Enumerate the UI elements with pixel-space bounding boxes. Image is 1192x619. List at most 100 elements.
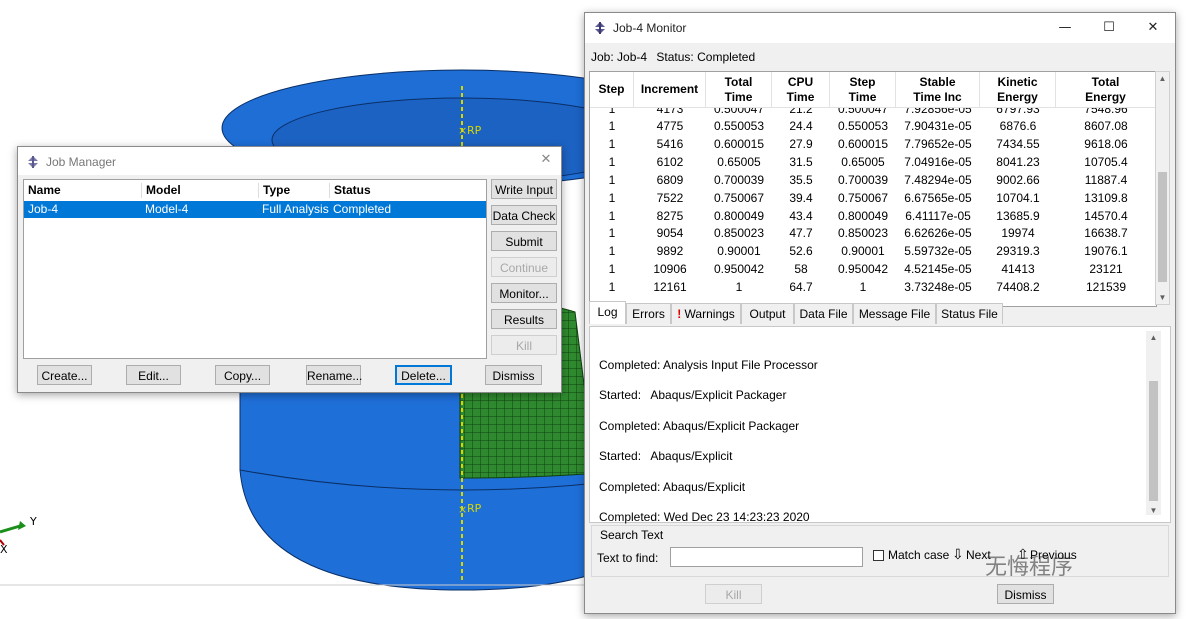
monitor-titlebar[interactable]: Job-4 Monitor — ☐ ✕ <box>585 13 1175 43</box>
table-header-cell[interactable]: Increment <box>634 72 706 108</box>
kill-button[interactable]: Kill <box>491 335 557 355</box>
log-panel[interactable]: Completed: Analysis Input File Processor… <box>589 326 1171 524</box>
table-cell: 1 <box>608 154 616 169</box>
tab-message-file[interactable]: Message File <box>853 303 936 324</box>
maximize-icon[interactable]: ☐ <box>1087 13 1131 43</box>
header-line-1: Stable <box>919 75 956 89</box>
table-cell: 9618.06 <box>1084 136 1128 151</box>
table-row[interactable]: 1 5416 0.600015 27.9 0.600015 7.79652e-05 7434… <box>590 135 1156 153</box>
table-header-cell[interactable]: Step <box>590 72 634 108</box>
table-row[interactable]: 1 8275 0.800049 43.4 0.800049 6.41117e-05 1368… <box>590 207 1156 225</box>
rename-button[interactable]: Rename... <box>306 365 362 385</box>
header-line-2: Time Inc <box>913 90 962 104</box>
monitor-kill-button[interactable]: Kill <box>705 584 762 604</box>
scroll-down-icon[interactable]: ▼ <box>1156 293 1169 302</box>
table-cell: 7522 <box>656 190 684 205</box>
results-button[interactable]: Results <box>491 309 557 329</box>
table-cell: 1 <box>608 136 616 151</box>
table-cell: 8607.08 <box>1084 119 1128 133</box>
job-value: Job-4 <box>617 50 648 64</box>
table-header-cell[interactable]: Total Time <box>706 72 772 108</box>
col-name[interactable]: Name <box>24 183 141 198</box>
table-cell: 0.750067 <box>713 190 765 205</box>
header-line-2: Time <box>848 90 877 104</box>
monitor-button[interactable]: Monitor... <box>491 283 557 303</box>
table-row[interactable]: 1 6809 0.700039 35.5 0.700039 7.48294e-05 9002… <box>590 171 1156 189</box>
tab-status-file[interactable]: Status File <box>936 303 1003 324</box>
table-cell: 8041.23 <box>996 154 1040 169</box>
table-row[interactable]: 1 6102 0.65005 31.5 0.65005 7.04916e-05 8041.2… <box>590 153 1156 171</box>
search-input[interactable] <box>670 547 863 567</box>
table-row[interactable]: 1 12161 1 64.7 1 3.73248e-05 74408.2 121539 <box>590 278 1156 296</box>
table-header-cell[interactable]: Step Time <box>830 72 896 108</box>
tab-output[interactable]: Output <box>741 303 794 324</box>
table-cell: 7434.55 <box>996 136 1040 151</box>
log-scrollbar[interactable]: ▲ ▼ <box>1146 331 1161 515</box>
table-scrollbar[interactable]: ▲ ▼ <box>1155 71 1170 305</box>
create-button[interactable]: Create... <box>37 365 92 385</box>
table-header-cell[interactable]: Stable Time Inc <box>896 72 980 108</box>
table-cell: 0.700039 <box>713 172 765 187</box>
warning-mark-icon: ! <box>677 307 682 321</box>
table-cell: 24.4 <box>789 119 813 133</box>
close-icon[interactable]: ✕ <box>531 147 561 177</box>
scroll-up-icon[interactable]: ▲ <box>1156 74 1169 83</box>
tab-warnings-label: Warnings <box>684 307 735 321</box>
log-line: Completed: Abaqus/Explicit Packager <box>599 419 800 433</box>
job-list-header: Name Model Type Status <box>24 182 486 199</box>
tab-errors[interactable]: Errors <box>626 303 671 324</box>
log-line: Started: Abaqus/Explicit <box>599 449 733 463</box>
table-cell: 8275 <box>656 208 684 223</box>
scroll-thumb[interactable] <box>1149 381 1158 501</box>
data-check-button[interactable]: Data Check <box>491 205 557 225</box>
dismiss-button[interactable]: Dismiss <box>485 365 542 385</box>
table-cell: 12161 <box>653 280 687 295</box>
status-value: Completed <box>697 50 756 64</box>
table-header-cell[interactable]: Total Energy <box>1056 72 1156 108</box>
increment-table[interactable]: 1 4173 0.500047 21.2 0.500047 7.92856e-05 6797… <box>589 71 1157 307</box>
table-cell: 0.700039 <box>837 172 889 187</box>
scroll-down-icon[interactable]: ▼ <box>1147 506 1160 515</box>
header-line-2: Time <box>786 90 815 104</box>
job-manager-titlebar[interactable]: Job Manager ✕ <box>18 147 561 175</box>
search-text-group: Search Text Text to find: Match case ⇩ N… <box>591 525 1169 577</box>
submit-button[interactable]: Submit <box>491 231 557 251</box>
edit-button[interactable]: Edit... <box>126 365 181 385</box>
table-row[interactable]: 1 10906 0.950042 58 0.950042 4.52145e-05 41413… <box>590 260 1156 278</box>
table-row[interactable]: 1 9054 0.850023 47.7 0.850023 6.62626e-05 1997… <box>590 224 1156 242</box>
table-cell: 6.62626e-05 <box>904 226 972 241</box>
tab-log[interactable]: Log <box>589 301 626 324</box>
delete-button[interactable]: Delete... <box>395 365 452 385</box>
header-line-1: Total <box>1091 75 1120 89</box>
col-type[interactable]: Type <box>258 183 329 198</box>
tab-data-file[interactable]: Data File <box>794 303 853 324</box>
table-cell: 31.5 <box>789 154 813 169</box>
close-icon[interactable]: ✕ <box>1131 13 1175 43</box>
table-header-cell[interactable]: CPU Time <box>772 72 830 108</box>
header-line-1: CPU <box>787 75 814 89</box>
table-cell: 41413 <box>1001 262 1035 277</box>
table-header-cell[interactable]: Kinetic Energy <box>980 72 1056 108</box>
scroll-thumb[interactable] <box>1158 172 1167 282</box>
job-list[interactable]: Name Model Type Status Job-4 Model-4 Ful… <box>23 179 487 359</box>
tab-warnings[interactable]: ! Warnings <box>671 303 741 324</box>
table-row[interactable]: 1 9892 0.90001 52.6 0.90001 5.59732e-05 29319.… <box>590 242 1156 260</box>
scroll-up-icon[interactable]: ▲ <box>1147 333 1160 342</box>
table-row[interactable]: 1 4775 0.550053 24.4 0.550053 7.90431e-05 6876… <box>590 117 1156 135</box>
job-row[interactable]: Job-4 Model-4 Full Analysis Completed <box>24 201 486 218</box>
write-input-button[interactable]: Write Input <box>491 179 557 199</box>
table-cell: 10704.1 <box>996 190 1040 205</box>
monitor-dismiss-button[interactable]: Dismiss <box>997 584 1054 604</box>
table-cell: 1 <box>608 172 616 187</box>
match-case-checkbox[interactable] <box>873 550 884 561</box>
continue-button[interactable]: Continue <box>491 257 557 277</box>
table-row[interactable]: 1 7522 0.750067 39.4 0.750067 6.67565e-05 1070… <box>590 189 1156 207</box>
minimize-icon[interactable]: — <box>1043 13 1087 43</box>
arrow-down-icon[interactable]: ⇩ <box>952 546 964 563</box>
header-line-1: Step <box>598 82 625 96</box>
copy-button[interactable]: Copy... <box>215 365 270 385</box>
monitor-title: Job-4 Monitor <box>613 21 687 35</box>
job-status: Completed <box>333 202 392 216</box>
col-model[interactable]: Model <box>141 183 259 198</box>
col-status[interactable]: Status <box>329 183 484 198</box>
